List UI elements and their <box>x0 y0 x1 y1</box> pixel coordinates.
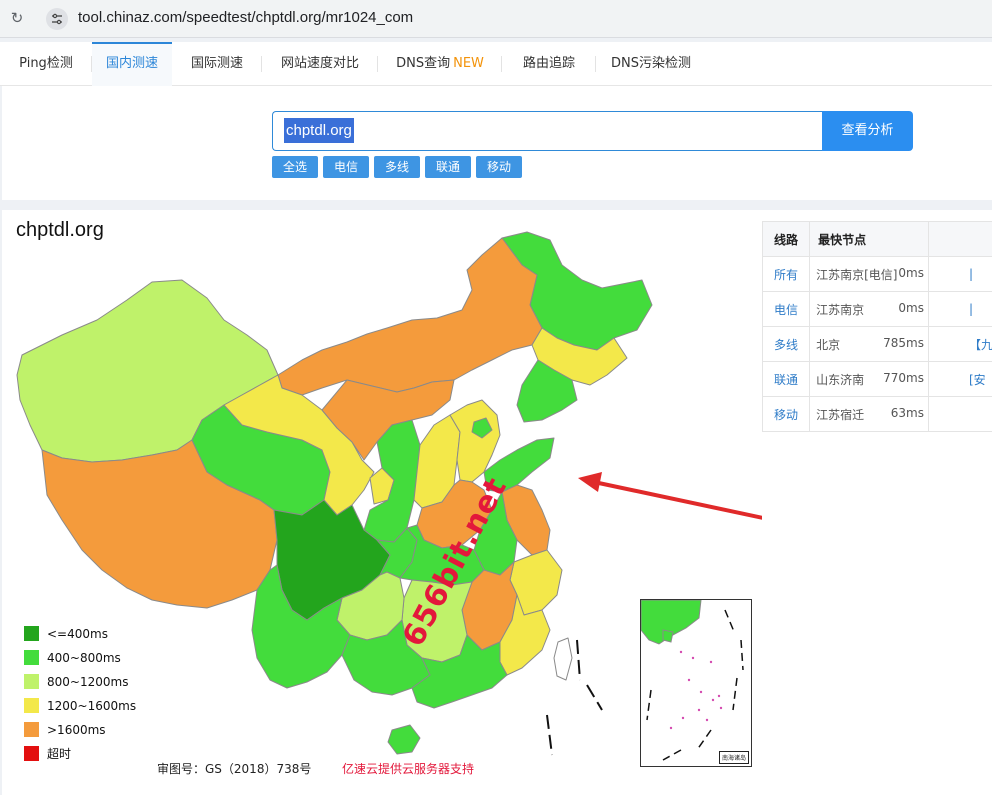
node-cell: 江苏南京[电信] 0ms <box>809 256 929 292</box>
tab-label: DNS查询 <box>396 56 451 71</box>
region-hainan[interactable] <box>387 724 421 755</box>
line-cell[interactable]: 电信 <box>761 291 811 327</box>
address-bar[interactable]: tool.chinaz.com/speedtest/chptdl.org/mr1… <box>78 9 413 26</box>
table-row: 多线 北京 785ms 【九 <box>761 326 992 362</box>
tab-label: 国际测速 <box>190 56 243 71</box>
tool-tabs: Ping检测 国内测速 国际测速 网站速度对比 DNS查询 NEW 路由追踪 DN… <box>0 42 992 86</box>
filter-all-button[interactable]: 全选 <box>272 156 318 178</box>
tab-international-speedtest[interactable]: 国际测速 <box>172 42 262 86</box>
south-china-sea-inset: 南海诸岛 <box>640 599 752 767</box>
domain-input-value: chptdl.org <box>284 118 354 143</box>
tab-ping[interactable]: Ping检测 <box>0 42 92 86</box>
legend-item: 400~800ms <box>24 650 121 668</box>
legend-swatch <box>24 674 39 689</box>
tab-dns-pollution[interactable]: DNS污染检测 <box>596 42 706 86</box>
node-cell: 北京 785ms <box>809 326 929 362</box>
table-row: 所有 江苏南京[电信] 0ms | <box>761 256 992 292</box>
table-row: 电信 江苏南京 0ms | <box>761 291 992 327</box>
node-name: 北京 <box>816 337 841 352</box>
analyze-button[interactable]: 查看分析 <box>822 111 913 151</box>
legend-label: >1600ms <box>47 723 106 737</box>
extra-cell: [安 <box>927 361 992 397</box>
tab-label: 网站速度对比 <box>280 56 359 71</box>
filter-unicom-button[interactable]: 联通 <box>425 156 471 178</box>
node-latency: 0ms <box>898 265 924 280</box>
node-latency: 63ms <box>890 405 924 420</box>
legend-item: 1200~1600ms <box>24 698 136 716</box>
legend-swatch <box>24 722 39 737</box>
node-name: 山东济南 <box>816 372 865 387</box>
legend-label: 800~1200ms <box>47 675 129 689</box>
legend-label: 超时 <box>47 747 72 761</box>
tab-domestic-speedtest[interactable]: 国内测速 <box>92 42 172 86</box>
extra-cell: 【九 <box>927 326 992 362</box>
extra-cell <box>927 396 992 432</box>
region-taiwan[interactable] <box>553 637 573 681</box>
legend-item: 800~1200ms <box>24 674 128 692</box>
tab-traceroute[interactable]: 路由追踪 <box>502 42 596 86</box>
inset-label: 南海诸岛 <box>718 751 749 764</box>
node-cell: 山东济南 770ms <box>809 361 929 397</box>
legend-label: <=400ms <box>47 627 108 641</box>
new-badge: NEW <box>453 56 484 71</box>
filter-mobile-button[interactable]: 移动 <box>476 156 522 178</box>
legend-swatch <box>24 698 39 713</box>
node-name: 江苏南京 <box>816 302 865 317</box>
node-latency: 770ms <box>883 370 924 385</box>
search-panel: chptdl.org 查看分析 全选 电信 多线 联通 移动 <box>2 86 992 200</box>
map-approval-number: 审图号：GS（2018）738号 <box>157 762 312 776</box>
annotation-arrow <box>578 472 762 520</box>
legend-item: >1600ms <box>24 722 106 740</box>
tab-label: 国内测速 <box>105 56 158 71</box>
legend-label: 400~800ms <box>47 651 121 665</box>
extra-cell: | <box>927 256 992 292</box>
tab-dns-query[interactable]: DNS查询 NEW <box>378 42 502 86</box>
legend-swatch <box>24 626 39 641</box>
filter-multiline-button[interactable]: 多线 <box>374 156 420 178</box>
legend-item: <=400ms <box>24 626 108 644</box>
extra-cell: | <box>927 291 992 327</box>
site-info-icon[interactable] <box>46 8 68 30</box>
table-row: 联通 山东济南 770ms [安 <box>761 361 992 397</box>
domain-input[interactable]: chptdl.org <box>272 111 823 151</box>
reload-icon[interactable]: ↻ <box>8 9 26 27</box>
line-cell[interactable]: 所有 <box>761 256 811 292</box>
node-name: 江苏南京[电信] <box>816 267 898 282</box>
tab-site-compare[interactable]: 网站速度对比 <box>262 42 378 86</box>
legend-swatch <box>24 746 39 761</box>
browser-toolbar: ↻ tool.chinaz.com/speedtest/chptdl.org/m… <box>0 0 992 38</box>
sponsor-link[interactable]: 亿速云提供云服务器支持 <box>342 760 474 777</box>
node-cell: 江苏南京 0ms <box>809 291 929 327</box>
node-cell: 江苏宿迁 63ms <box>809 396 929 432</box>
legend-swatch <box>24 650 39 665</box>
table-header-row: 线路 最快节点 <box>761 221 992 257</box>
region-neimenggu-east[interactable] <box>277 237 543 396</box>
node-name: 江苏宿迁 <box>816 407 865 422</box>
tab-label: Ping检测 <box>19 56 73 71</box>
node-latency: 785ms <box>883 335 924 350</box>
header-fastest-node: 最快节点 <box>809 221 929 257</box>
node-latency: 0ms <box>898 300 924 315</box>
line-cell[interactable]: 移动 <box>761 396 811 432</box>
line-cell[interactable]: 联通 <box>761 361 811 397</box>
tab-label: DNS污染检测 <box>611 56 691 71</box>
legend-label: 1200~1600ms <box>47 699 137 713</box>
filter-telecom-button[interactable]: 电信 <box>323 156 369 178</box>
table-row: 移动 江苏宿迁 63ms <box>761 396 992 432</box>
tab-label: 路由追踪 <box>522 56 575 71</box>
fastest-node-table: 线路 最快节点 所有 江苏南京[电信] 0ms | 电信 江苏南京 0ms | 多线… <box>761 221 992 432</box>
header-line: 线路 <box>761 221 811 257</box>
legend-item: 超时 <box>24 746 71 764</box>
header-extra <box>927 221 992 257</box>
line-cell[interactable]: 多线 <box>761 326 811 362</box>
